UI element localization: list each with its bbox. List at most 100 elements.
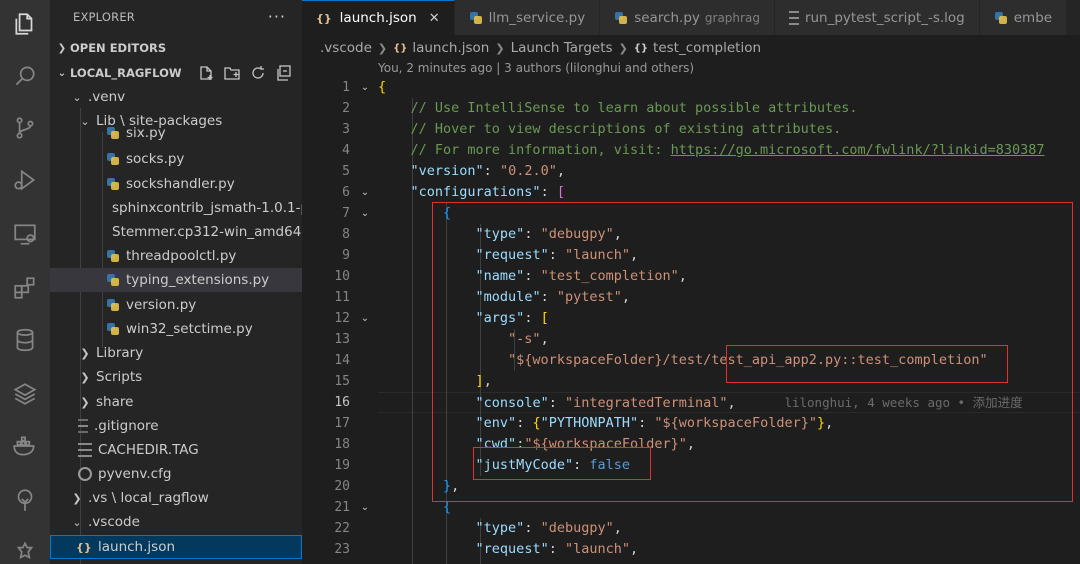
- tree-file-launch-json[interactable]: {} launch.json: [50, 535, 302, 559]
- line-number: 4: [342, 143, 350, 158]
- python-file-icon: [106, 126, 120, 140]
- line-number: 18: [334, 437, 350, 452]
- tree-file-stemmer[interactable]: Stemmer.cp312-win_amd64....: [50, 220, 302, 244]
- database-icon[interactable]: [11, 326, 39, 354]
- python-file-icon: [106, 152, 120, 166]
- settings-icon[interactable]: [11, 538, 39, 564]
- line-number: 1: [342, 80, 350, 95]
- code-text: "configurations": [: [410, 184, 565, 200]
- tree-file-pyvenv-cfg[interactable]: pyvenv.cfg: [50, 462, 302, 486]
- annotation-box-justmycode: [473, 447, 651, 480]
- code-line: 5 "version": "0.2.0",: [302, 161, 1080, 182]
- tree-label: .vscode: [88, 514, 140, 530]
- workspace-section[interactable]: ⌄ LOCAL_RAGFLOW: [50, 61, 302, 85]
- breadcrumb-item[interactable]: .vscode: [320, 40, 372, 56]
- object-icon: {}: [633, 42, 649, 54]
- python-file-icon: [106, 322, 120, 336]
- new-file-icon[interactable]: [198, 65, 216, 81]
- tab-llm-service[interactable]: llm_service.py: [454, 0, 601, 35]
- tree-folder-vscode[interactable]: ⌄ .vscode: [50, 510, 302, 534]
- tree-folder-library[interactable]: ❯ Library: [50, 341, 302, 365]
- tree-label: share: [96, 394, 134, 410]
- tree-file-cachedir-tag[interactable]: CACHEDIR.TAG: [50, 438, 302, 462]
- tree-icon[interactable]: [11, 486, 39, 514]
- fold-chevron-icon[interactable]: ⌄: [358, 182, 372, 203]
- more-actions-icon[interactable]: ···: [268, 7, 286, 26]
- tree-folder-venv[interactable]: ⌄ .venv: [50, 85, 302, 109]
- tree-file-sockshandler[interactable]: sockshandler.py: [50, 172, 302, 196]
- breadcrumb: .vscode ❯ {} launch.json ❯ Launch Target…: [320, 37, 761, 59]
- tree-folder-vs[interactable]: ❯ .vs \ local_ragflow: [50, 486, 302, 510]
- tree-file-threadpoolctl[interactable]: threadpoolctl.py: [50, 244, 302, 268]
- tree-file-win32-setctime[interactable]: win32_setctime.py: [50, 317, 302, 341]
- line-number: 8: [342, 227, 350, 242]
- tree-folder-share[interactable]: ❯ share: [50, 390, 302, 414]
- extensions-icon[interactable]: [11, 274, 39, 302]
- line-number: 11: [334, 290, 350, 305]
- collapse-all-icon[interactable]: [276, 65, 294, 81]
- tree-label: six.py: [126, 125, 166, 141]
- explorer-icon[interactable]: [11, 10, 39, 38]
- source-control-icon[interactable]: [11, 114, 39, 142]
- tree-label: launch.json: [98, 539, 176, 555]
- chevron-down-icon: ⌄: [57, 67, 67, 79]
- chevron-down-icon: ⌄: [72, 90, 82, 104]
- layers-icon[interactable]: [11, 380, 39, 408]
- docker-icon[interactable]: [11, 432, 39, 460]
- explorer-sidebar: EXPLORER ··· ❯ OPEN EDITORS ⌄ LOCAL_RAGF…: [50, 0, 302, 564]
- code-line: 3 // Hover to view descriptions of exist…: [302, 119, 1080, 140]
- fold-chevron-icon[interactable]: ⌄: [358, 497, 372, 518]
- tab-embe[interactable]: embe: [979, 0, 1068, 35]
- line-number: 23: [334, 542, 350, 557]
- run-debug-icon[interactable]: [11, 166, 39, 194]
- new-folder-icon[interactable]: [224, 65, 242, 81]
- tab-run-pytest-log[interactable]: run_pytest_script_-s.log: [774, 0, 980, 35]
- fold-chevron-icon[interactable]: ⌄: [358, 77, 372, 98]
- tree-label: Library: [96, 345, 144, 361]
- tree-label: socks.py: [126, 151, 185, 167]
- python-file-icon: [106, 298, 120, 312]
- fold-chevron-icon[interactable]: ⌄: [358, 308, 372, 329]
- breadcrumb-item[interactable]: launch.json: [412, 40, 489, 56]
- comment: // Hover to view descriptions of existin…: [410, 121, 842, 137]
- json-value: "launch": [564, 541, 630, 557]
- json-file-icon: {}: [76, 540, 92, 554]
- tree-label: typing_extensions.py: [126, 272, 270, 288]
- refresh-icon[interactable]: [250, 65, 268, 81]
- line-number: 15: [334, 374, 350, 389]
- fold-chevron-icon[interactable]: ⌄: [358, 203, 372, 224]
- chevron-right-icon: ❯: [80, 370, 90, 384]
- codelens-blame[interactable]: You, 2 minutes ago | 3 authors (lilonghu…: [378, 61, 694, 75]
- tree-file-version[interactable]: version.py: [50, 293, 302, 317]
- chevron-right-icon: ❯: [618, 41, 628, 55]
- tab-search[interactable]: search.py graphrag: [600, 0, 775, 35]
- tree-file-gitignore[interactable]: .gitignore: [50, 414, 302, 438]
- remote-explorer-icon[interactable]: [11, 220, 39, 248]
- close-icon[interactable]: ✕: [429, 11, 440, 26]
- chevron-right-icon: ❯: [57, 42, 67, 54]
- comment: // For more information, visit:: [410, 142, 671, 158]
- python-file-icon: [106, 177, 120, 191]
- tab-label: search.py: [634, 9, 700, 26]
- breadcrumb-item[interactable]: test_completion: [653, 40, 761, 56]
- tree-label: win32_setctime.py: [126, 321, 253, 337]
- chevron-right-icon: ❯: [495, 41, 505, 55]
- tree-file-six[interactable]: six.py: [50, 124, 302, 142]
- python-file-icon: [469, 11, 483, 25]
- code-text: "request": "launch",: [475, 541, 639, 557]
- code-text: "version": "0.2.0",: [410, 163, 565, 179]
- tree-file-typing-extensions[interactable]: typing_extensions.py: [50, 268, 302, 292]
- search-icon[interactable]: [11, 62, 39, 90]
- code-link[interactable]: https://go.microsoft.com/fwlink/?linkid=…: [671, 142, 1045, 158]
- tab-launch-json[interactable]: {} launch.json ✕: [302, 0, 455, 35]
- tree-file-socks[interactable]: socks.py: [50, 147, 302, 171]
- chevron-right-icon: ❯: [377, 41, 388, 55]
- tree-folder-sphinxcontrib[interactable]: sphinxcontrib_jsmath-1.0.1-p...: [50, 196, 302, 220]
- breadcrumb-item[interactable]: Launch Targets: [511, 40, 613, 56]
- line-number: 3: [342, 122, 350, 137]
- tree-label: CACHEDIR.TAG: [98, 442, 199, 458]
- line-number: 10: [334, 269, 350, 284]
- open-editors-section[interactable]: ❯ OPEN EDITORS: [50, 36, 302, 60]
- tree-folder-scripts[interactable]: ❯ Scripts: [50, 365, 302, 389]
- python-file-icon: [106, 273, 120, 287]
